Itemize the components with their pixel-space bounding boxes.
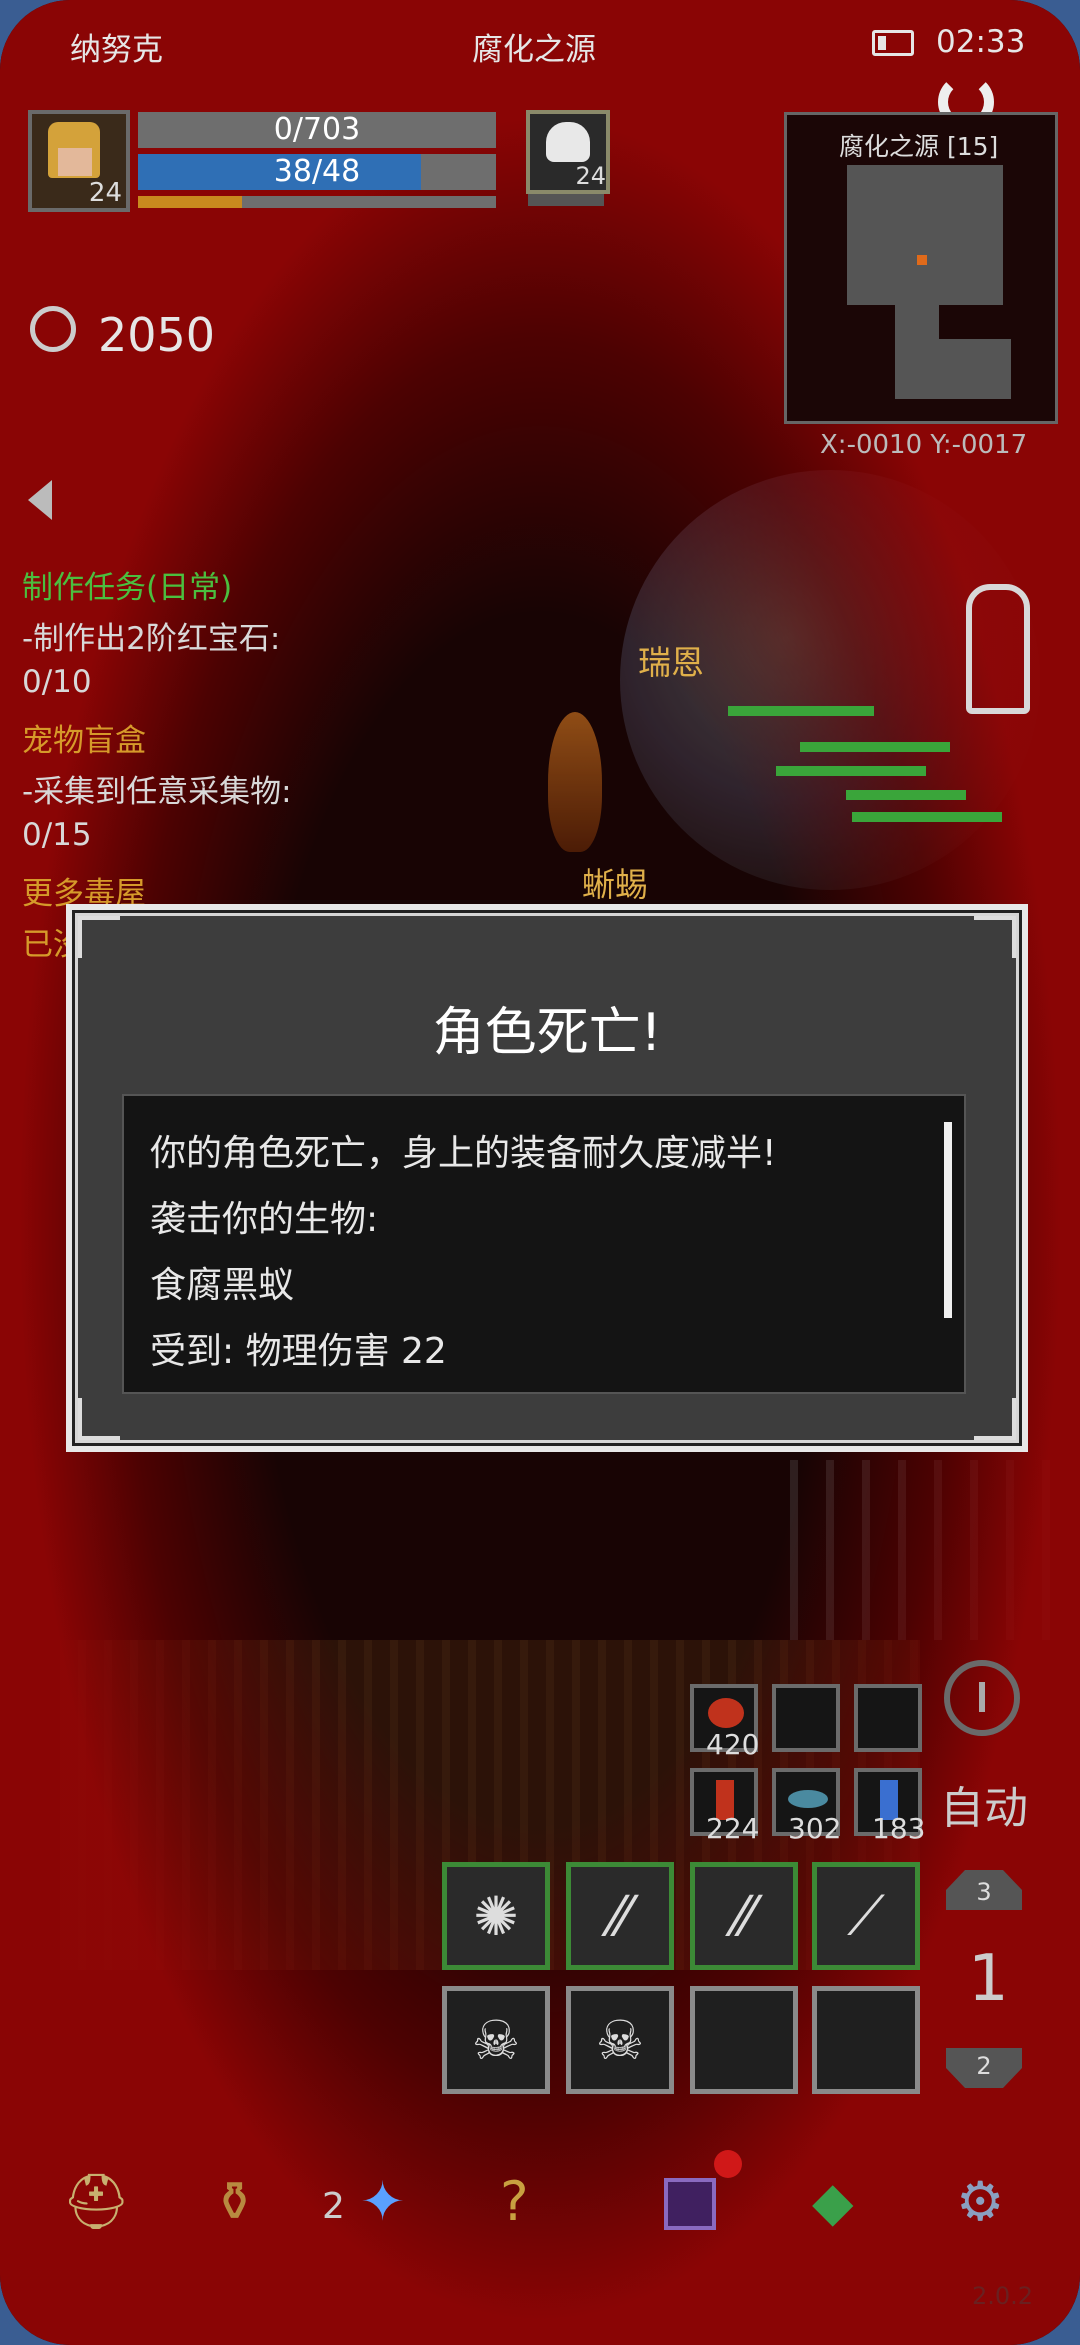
switch-target-button[interactable]: [944, 1660, 1020, 1736]
page-down-number: 2: [976, 2052, 992, 2080]
timer-icon: [30, 306, 76, 352]
item-count: 224: [706, 1812, 760, 1845]
target-hp-bar: [528, 194, 604, 206]
quest-line: 0/10: [22, 664, 92, 700]
clock-time: 02:33: [936, 24, 1026, 60]
minimap-title: 腐化之源 [15]: [839, 132, 999, 161]
minimap[interactable]: 腐化之源 [15]: [784, 112, 1058, 424]
page-up-number: 3: [976, 1878, 992, 1906]
skull-icon: [546, 122, 590, 162]
enemy-hp-bar: [728, 706, 874, 716]
item-slot-empty[interactable]: [854, 1684, 922, 1752]
bug-icon: ✺: [473, 1884, 519, 1948]
collapse-arrow-icon[interactable]: [28, 480, 52, 520]
quest-line: 宠物盲盒: [22, 723, 146, 759]
hp-text: 0/703: [273, 112, 361, 147]
dialog-line: 袭击你的生物:: [150, 1199, 379, 1240]
notification-dot: [714, 2150, 742, 2178]
skill-slot-5[interactable]: ☠: [442, 1986, 550, 2094]
dialog-message-box[interactable]: 你的角色死亡，身上的装备耐久度减半! 袭击你的生物: 食腐黑蚁 受到: 物理伤害…: [122, 1094, 966, 1394]
slash-icon: ⁄⁄: [610, 1884, 630, 1948]
item-count: 302: [788, 1812, 842, 1845]
dialog-line: 食腐黑蚁: [150, 1265, 295, 1306]
death-dialog[interactable]: 角色死亡! 你的角色死亡，身上的装备耐久度减半! 袭击你的生物: 食腐黑蚁 受到…: [66, 904, 1028, 1452]
coordinates: X:-0010 Y:-0017: [820, 430, 1028, 460]
target-level: 24: [575, 162, 606, 190]
auto-button[interactable]: 自动: [940, 1772, 1028, 1836]
npc-name-2: 蜥蜴: [582, 865, 648, 904]
iron-fence: [790, 1460, 1050, 1640]
hp-bar: 0/703: [138, 112, 496, 148]
skill-slot-6[interactable]: ☠: [566, 1986, 674, 2094]
dialog-title: 角色死亡!: [432, 1003, 662, 1063]
dialog-line: 受到: 物理伤害 22: [150, 1331, 447, 1372]
skull-icon: ☠: [471, 2008, 521, 2072]
timer-value: 2050: [98, 308, 216, 362]
game-screen: 纳努克 腐化之源 02:33 24 0/703 38/48 24 腐化之源 [1…: [0, 0, 1080, 2345]
quest-line: 0/15: [22, 817, 92, 853]
player-level: 24: [88, 178, 122, 208]
target-avatar[interactable]: 24: [526, 110, 610, 194]
quest-line: -采集到任意采集物:: [22, 774, 292, 810]
skill-slot-8[interactable]: [812, 1986, 920, 2094]
page-down-button[interactable]: 2: [946, 2048, 1022, 2088]
enemy-hp-bar: [846, 790, 966, 800]
bag-icon[interactable]: ⚱: [212, 2170, 257, 2233]
skill-slot-4[interactable]: ⟋: [812, 1862, 920, 1970]
crystal-icon[interactable]: ✦: [360, 2170, 405, 2233]
mp-bar: 38/48: [138, 154, 496, 190]
helmet-icon[interactable]: ⛑: [62, 2170, 131, 2234]
portal-icon[interactable]: [664, 2178, 716, 2230]
item-count: 183: [872, 1812, 926, 1845]
dialog-scrollbar[interactable]: [944, 1122, 952, 1318]
skill-slot-7[interactable]: [690, 1986, 798, 2094]
exp-bar: [138, 196, 496, 208]
torch-flame: [548, 712, 602, 852]
mp-text: 38/48: [273, 154, 361, 189]
skill-slot-2[interactable]: ⁄⁄: [566, 1862, 674, 1970]
skull-icon: ☠: [595, 2008, 645, 2072]
skeleton-guard: [966, 584, 1030, 714]
skill-slot-1[interactable]: ✺: [442, 1862, 550, 1970]
sword-icon: ⟋: [847, 1884, 885, 1947]
version-label: 2.0.2: [972, 2282, 1034, 2310]
enemy-hp-bar: [776, 766, 926, 776]
page-current: 1: [968, 1942, 1009, 2016]
badge-count: 2: [322, 2186, 345, 2227]
enemy-hp-bar: [800, 742, 950, 752]
quest-line: 制作任务(日常): [22, 570, 233, 606]
battery-icon: [872, 30, 914, 56]
player-avatar[interactable]: 24: [28, 110, 130, 212]
status-title: 腐化之源: [472, 32, 596, 68]
page-up-button[interactable]: 3: [946, 1870, 1022, 1910]
quest-help-icon[interactable]: ?: [500, 2170, 529, 2233]
gear-icon[interactable]: ⚙: [956, 2170, 1004, 2233]
slash-icon: ⁄⁄: [734, 1884, 754, 1948]
item-count: 420: [706, 1728, 760, 1761]
gem-icon[interactable]: ◆: [812, 2170, 854, 2233]
player-marker: [917, 255, 927, 265]
skill-slot-3[interactable]: ⁄⁄: [690, 1862, 798, 1970]
dialog-line: 你的角色死亡，身上的装备耐久度减半!: [150, 1133, 777, 1174]
item-slot-empty[interactable]: [772, 1684, 840, 1752]
npc-name-1: 瑞恩: [638, 643, 704, 682]
carrier-name: 纳努克: [70, 32, 163, 68]
quest-line: -制作出2阶红宝石:: [22, 621, 281, 657]
enemy-hp-bar: [852, 812, 1002, 822]
